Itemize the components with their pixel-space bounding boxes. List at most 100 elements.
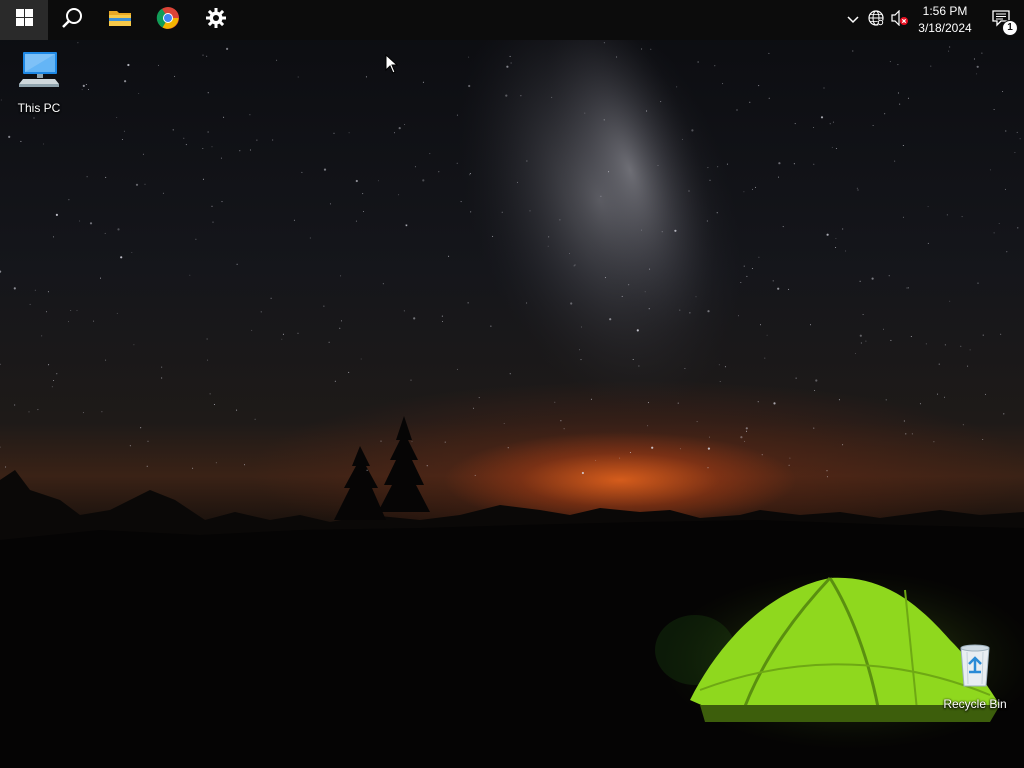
star [815, 379, 818, 382]
star [206, 55, 208, 57]
star [981, 52, 983, 54]
network-button[interactable] [864, 0, 888, 40]
star [93, 320, 95, 322]
taskbar-settings[interactable] [192, 0, 240, 40]
star [688, 190, 690, 192]
star [608, 171, 610, 173]
star [116, 312, 118, 314]
star [34, 289, 36, 291]
star [207, 359, 209, 361]
star [422, 81, 424, 83]
system-tray: 1:56 PM 3/18/2024 1 [842, 0, 1024, 40]
star [641, 229, 642, 231]
star [835, 247, 837, 248]
star [1004, 188, 1006, 190]
star [467, 302, 469, 304]
star [158, 64, 159, 66]
star [270, 297, 272, 299]
star [724, 366, 726, 368]
star [362, 193, 364, 195]
star [871, 277, 874, 280]
star [985, 393, 986, 395]
star [636, 329, 639, 332]
star [124, 80, 127, 83]
star [426, 465, 428, 467]
star [404, 124, 406, 125]
star [885, 399, 887, 401]
star [403, 310, 405, 312]
star [1014, 152, 1016, 153]
star [441, 315, 443, 317]
star [973, 58, 975, 60]
clock[interactable]: 1:56 PM 3/18/2024 [912, 0, 978, 40]
star [766, 334, 768, 336]
star [902, 216, 904, 218]
star [813, 163, 815, 165]
star [406, 225, 407, 227]
star [221, 201, 223, 203]
star [838, 399, 840, 401]
star [503, 423, 505, 424]
star [903, 420, 905, 422]
search-icon [61, 7, 83, 34]
star [890, 339, 892, 341]
volume-button[interactable] [888, 0, 912, 40]
star [746, 275, 748, 277]
star [236, 263, 238, 265]
star [442, 321, 443, 322]
taskbar-chrome[interactable] [144, 0, 192, 40]
action-center-button[interactable]: 1 [978, 0, 1024, 40]
globe-network-icon [868, 9, 884, 31]
star [777, 287, 780, 290]
star [778, 176, 779, 178]
star [429, 153, 431, 155]
gear-icon [206, 7, 226, 33]
star [29, 303, 31, 305]
star [646, 110, 648, 112]
star [79, 220, 81, 222]
start-button[interactable] [0, 0, 48, 40]
star [650, 48, 652, 50]
star [14, 404, 16, 406]
star [56, 373, 58, 375]
show-hidden-icons-button[interactable] [842, 0, 864, 40]
star [889, 61, 891, 63]
star [832, 121, 834, 123]
star [341, 320, 342, 322]
star [835, 148, 837, 149]
star [86, 176, 88, 178]
star [793, 163, 795, 165]
star [674, 229, 677, 232]
star [707, 167, 709, 169]
desktop-icon-this-pc[interactable]: This PC [1, 48, 77, 115]
star [911, 433, 913, 435]
star [251, 329, 253, 331]
star [831, 146, 833, 148]
star [82, 84, 85, 87]
star [162, 192, 164, 194]
star [888, 275, 890, 277]
windows-logo-icon [15, 9, 33, 31]
star [906, 287, 908, 289]
star [509, 55, 511, 57]
star [743, 191, 745, 193]
star [679, 309, 681, 311]
star [85, 84, 87, 85]
star [910, 336, 912, 337]
star [329, 203, 331, 205]
star [53, 380, 55, 381]
star [758, 256, 760, 258]
star [183, 137, 185, 139]
star [5, 466, 7, 468]
star [506, 65, 509, 68]
taskbar-file-explorer[interactable] [96, 0, 144, 40]
desktop-icon-recycle-bin[interactable]: Recycle Bin [937, 642, 1013, 711]
star [105, 176, 107, 178]
star [677, 402, 679, 404]
star [641, 48, 643, 50]
search-button[interactable] [48, 0, 96, 40]
star [559, 219, 561, 221]
star [70, 310, 72, 311]
folder-icon [108, 8, 132, 33]
star [254, 418, 256, 420]
